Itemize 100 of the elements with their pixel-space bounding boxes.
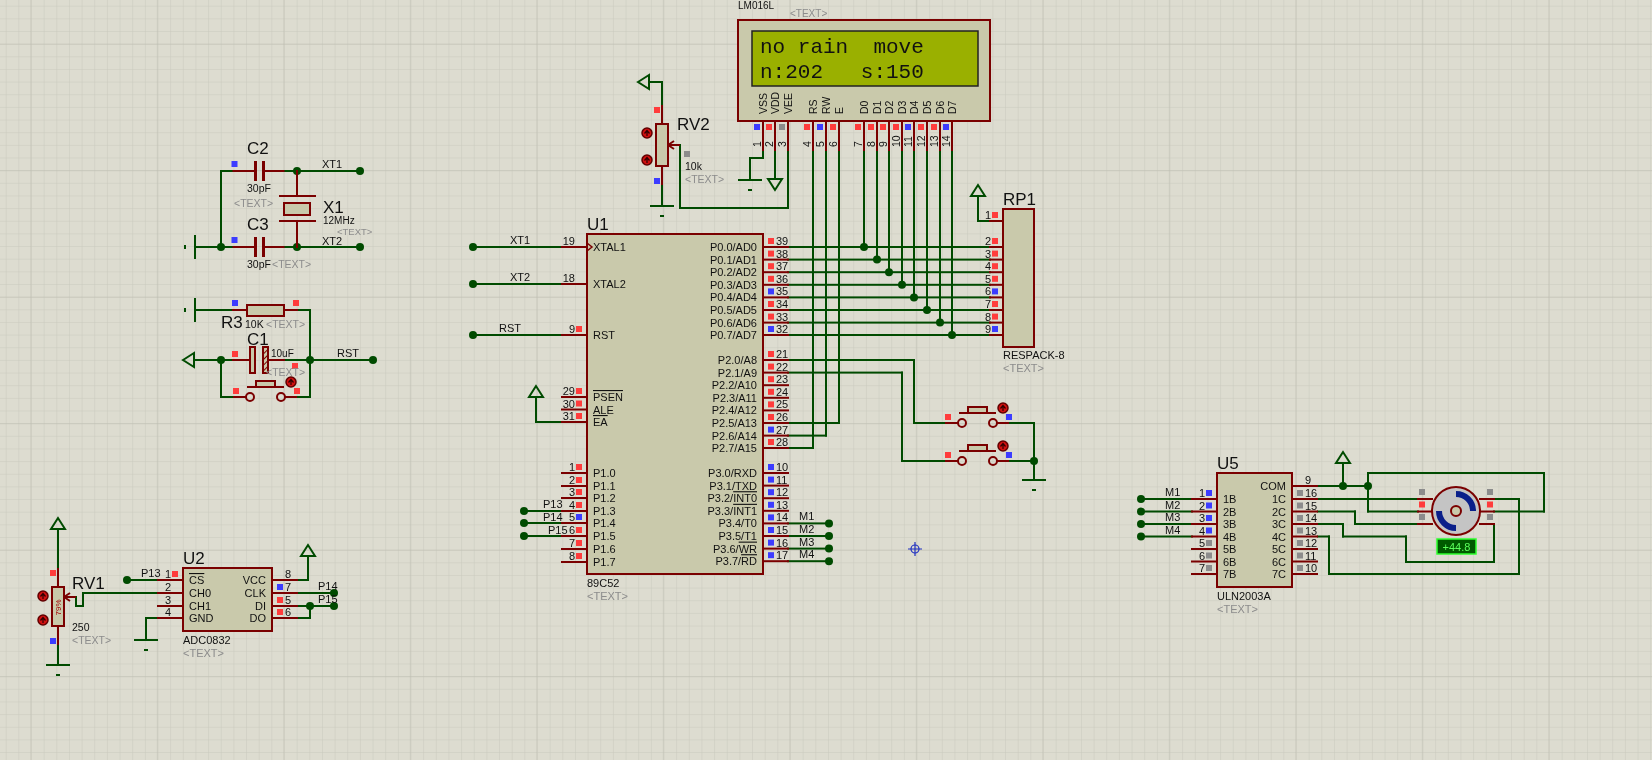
pin-label: P1.5: [593, 530, 616, 542]
pin-number: 6: [984, 285, 991, 298]
pin-number: 4: [1198, 524, 1205, 537]
pin-number: 2: [763, 141, 775, 147]
pin-label: P1.1: [593, 480, 616, 492]
pin-label: P0.5/AD5: [709, 304, 757, 316]
pin-label: ALE: [593, 403, 614, 416]
pin-label: COM: [1260, 480, 1286, 492]
net-label: M2: [1165, 499, 1181, 511]
pin-number: 26: [776, 411, 789, 423]
component-reference: U5: [1217, 454, 1239, 473]
pin-label: RW: [820, 96, 832, 114]
net-label: M3: [1165, 511, 1181, 523]
text-tag: <TEXT>: [266, 366, 306, 378]
pin-label: P3.1/TXD: [709, 479, 757, 492]
pin-number: 1: [1198, 487, 1205, 499]
net-label: P14: [543, 511, 563, 523]
pin-label: RS: [807, 99, 819, 114]
pin-label: 2C: [1271, 505, 1286, 518]
pin-label: VCC: [242, 574, 266, 586]
pin-number: 7: [852, 141, 864, 147]
pin-number: 2: [568, 474, 575, 486]
pin-label: 5B: [1223, 543, 1237, 555]
net-label: XT2: [510, 271, 531, 283]
pin-number: 9: [1305, 474, 1312, 486]
pin-label: P2.5/A13: [711, 417, 757, 429]
net-label: M1: [799, 510, 815, 522]
pin-label: P3.3/INT1: [707, 504, 757, 517]
net-label: P15: [548, 524, 568, 536]
pin-number: 7: [568, 537, 575, 549]
component-value: 10uF: [271, 348, 294, 359]
pin-number: 33: [776, 310, 789, 323]
text-tag: <TEXT>: [72, 634, 112, 646]
net-label: M4: [799, 548, 815, 560]
net-label: P15: [318, 593, 338, 605]
pin-number: 12: [1305, 537, 1318, 549]
pin-label: VEE: [782, 93, 794, 114]
pin-label: 6B: [1223, 555, 1237, 568]
text-tag: <TEXT>: [266, 318, 306, 330]
pin-label: XTAL1: [593, 241, 626, 253]
pin-number: 14: [940, 135, 952, 147]
pin-number: 35: [776, 285, 789, 298]
pin-label: D2: [883, 100, 895, 114]
component-reference: RV2: [677, 115, 710, 134]
pin-number: 5: [285, 594, 292, 606]
pin-label: 2B: [1223, 505, 1237, 518]
pin-number: 7: [984, 298, 991, 310]
pin-number: 6: [827, 141, 839, 147]
pin-label: CLK: [244, 587, 266, 599]
part-name: 89C52: [587, 577, 620, 589]
pin-label: PSEN: [593, 391, 623, 403]
pin-number: 17: [776, 549, 789, 562]
pin-label: P1.2: [593, 492, 616, 504]
pin-label: VSS: [757, 93, 769, 114]
pin-label: 7B: [1223, 568, 1237, 580]
pin-label: P2.7/A15: [711, 442, 757, 454]
pin-label: P3.6/WR: [713, 542, 757, 555]
part-name: LM016L: [738, 0, 775, 11]
pin-number: 24: [776, 385, 789, 398]
pin-label: D5: [921, 100, 933, 114]
pin-label: P3.2/INT0: [707, 492, 757, 505]
pin-number: 9: [984, 323, 991, 335]
pin-number: 21: [776, 348, 789, 360]
pin-label: P1.7: [593, 556, 616, 568]
pin-number: 4: [164, 606, 171, 618]
pin-label: 4C: [1271, 530, 1286, 543]
pin-number: 8: [568, 550, 575, 562]
pin-number: 8: [865, 141, 877, 147]
pin-label: P1.4: [593, 517, 616, 529]
pin-label: P0.6/AD6: [709, 316, 757, 329]
pin-number: 19: [562, 235, 575, 247]
pin-label: VDD: [769, 91, 781, 114]
pin-number: 38: [776, 247, 789, 260]
lcd-display-line: no rain move: [760, 36, 924, 59]
pin-number: 1: [164, 568, 171, 580]
pin-label: EA: [593, 416, 608, 428]
pin-number: 39: [776, 235, 789, 247]
pin-number: 3: [164, 594, 171, 606]
pin-label: 1C: [1271, 493, 1286, 505]
pin-number: 3: [1198, 512, 1205, 524]
pin-label: CH0: [189, 587, 211, 599]
pin-label: D3: [896, 100, 908, 114]
pin-number: 9: [877, 141, 889, 147]
pin-number: 7: [285, 581, 292, 593]
pin-label: P2.1/A9: [717, 366, 757, 379]
pin-number: 12: [915, 135, 927, 147]
motor-angle-reading: +44.8: [1436, 538, 1477, 555]
pin-label: D4: [908, 100, 920, 114]
net-label: RST: [499, 322, 521, 334]
text-tag: <TEXT>: [1217, 603, 1258, 615]
pin-label: P3.7/RD: [715, 555, 757, 568]
component-value: 30pF: [247, 182, 271, 194]
component-reference: RP1: [1003, 190, 1037, 209]
pin-label: P1.3: [593, 505, 616, 517]
pin-number: 5: [1198, 537, 1205, 549]
pin-number: 5: [984, 272, 991, 285]
pin-label: P0.7/AD7: [709, 329, 757, 341]
pin-number: 15: [1305, 499, 1318, 512]
pin-label: CS: [189, 574, 205, 586]
pin-label: P2.0/A8: [717, 354, 757, 366]
